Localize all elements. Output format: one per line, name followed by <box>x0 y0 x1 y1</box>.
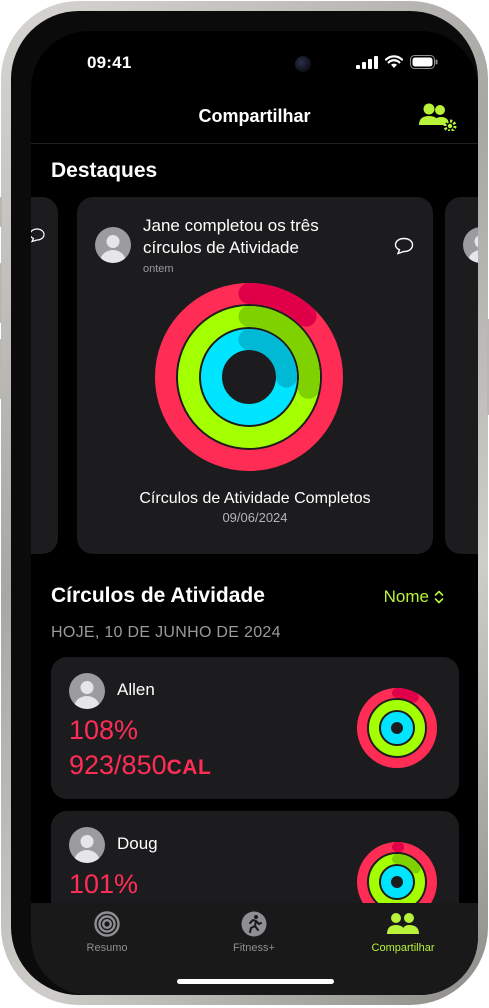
chevron-up-down-icon <box>434 590 444 604</box>
wifi-icon <box>385 55 403 68</box>
activity-rings-title: Círculos de Atividade <box>51 584 265 607</box>
avatar <box>95 227 131 263</box>
rings-icon <box>94 911 120 937</box>
comment-icon <box>394 237 414 255</box>
avatar <box>463 227 478 263</box>
activity-rings-large <box>155 283 343 471</box>
date-header: HOJE, 10 DE JUNHO DE 2024 <box>51 624 281 641</box>
stand-ring <box>381 866 413 898</box>
move-percent: 101% <box>69 869 139 899</box>
highlight-caption: Círculos de Atividade Completos <box>139 490 371 507</box>
action-button <box>0 197 2 227</box>
tab-fitness-plus[interactable]: Fitness+ <box>199 911 309 954</box>
calories-value: 923/850 <box>69 750 167 780</box>
volume-down-button <box>0 339 2 399</box>
status-time: 09:41 <box>87 53 132 72</box>
friend-name: Allen <box>117 680 155 699</box>
fitness-plus-icon <box>241 911 267 937</box>
phone-frame: 09:41 Compartilhar Destaques Jane comple… <box>0 1 489 1005</box>
camera <box>295 56 311 72</box>
comment-icon <box>31 228 45 243</box>
people-icon <box>387 913 419 934</box>
highlight-text: Jane completou os três círculos de Ativi… <box>143 216 319 257</box>
battery-icon <box>410 55 438 69</box>
move-percent: 108% <box>69 715 139 745</box>
highlight-card-next[interactable] <box>445 197 478 554</box>
highlight-date: 09/06/2024 <box>222 510 288 525</box>
exercise-ring <box>369 700 425 756</box>
tab-sharing-label: Compartilhar <box>371 942 435 954</box>
bezel: 09:41 Compartilhar Destaques Jane comple… <box>11 11 478 995</box>
volume-up-button <box>0 263 2 323</box>
tab-fitness-plus-label: Fitness+ <box>233 942 275 954</box>
cellular-signal-icon <box>356 55 378 69</box>
highlight-time: ontem <box>143 263 174 275</box>
friend-name: Doug <box>117 834 158 853</box>
tab-sharing[interactable]: Compartilhar <box>348 911 458 954</box>
screen: 09:41 Compartilhar Destaques Jane comple… <box>31 31 478 995</box>
tab-summary[interactable]: Resumo <box>52 911 162 954</box>
header-divider <box>31 143 478 144</box>
move-calories: 923/850CAL <box>69 750 211 781</box>
status-icons <box>356 55 438 69</box>
highlight-card-previous[interactable] <box>31 197 58 554</box>
stand-ring <box>381 712 413 744</box>
calories-unit: CAL <box>166 756 212 779</box>
sort-button[interactable]: Nome <box>384 587 444 607</box>
dynamic-island <box>185 44 325 84</box>
sharing-settings-button[interactable] <box>416 101 458 136</box>
comment-button[interactable] <box>394 237 414 260</box>
highlights-title: Destaques <box>51 159 158 182</box>
tab-summary-label: Resumo <box>86 942 128 954</box>
avatar <box>69 827 105 863</box>
sort-label: Nome <box>383 587 429 606</box>
avatar <box>69 673 105 709</box>
page-title: Compartilhar <box>198 106 311 126</box>
sharing-settings-icon <box>419 103 457 133</box>
home-indicator <box>177 979 334 984</box>
activity-rings <box>357 688 437 768</box>
